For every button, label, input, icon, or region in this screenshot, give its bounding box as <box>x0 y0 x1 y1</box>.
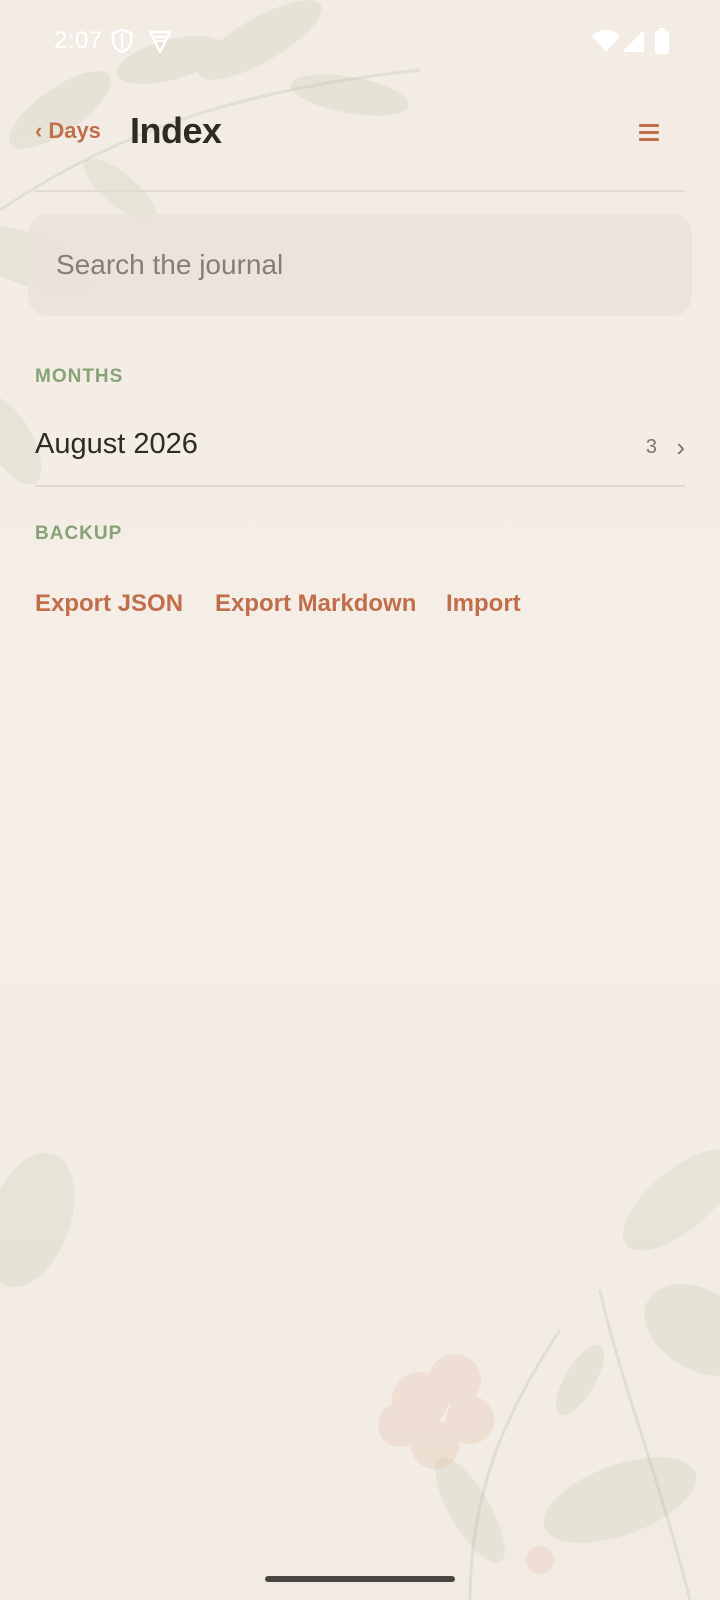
vpn-icon <box>148 30 172 54</box>
month-divider <box>35 485 685 487</box>
back-to-days-link[interactable]: ‹ Days <box>35 118 101 144</box>
month-row-august-2026[interactable]: August 2026 3 › <box>35 412 685 486</box>
home-indicator[interactable] <box>265 1576 455 1582</box>
shield-icon <box>111 28 133 54</box>
header: ‹ Days Index <box>0 96 720 192</box>
month-name: August 2026 <box>35 428 198 460</box>
export-markdown-button[interactable]: Export Markdown <box>215 590 416 618</box>
search-box <box>28 214 692 316</box>
status-bar: 2:07 <box>0 0 720 84</box>
chevron-right-icon: › <box>676 432 685 462</box>
screen: 2:07 ‹ Days Index Search the journal MON… <box>0 0 720 1600</box>
page-title: Index <box>130 110 222 151</box>
search-input[interactable] <box>56 214 676 316</box>
header-divider <box>35 190 685 192</box>
menu-button[interactable] <box>634 118 664 148</box>
signal-icon <box>622 30 644 52</box>
status-time: 2:07 <box>54 27 103 54</box>
month-entry-count: 3 <box>645 436 657 458</box>
chevron-left-icon: ‹ <box>35 118 43 143</box>
back-link-label: Days <box>48 118 101 143</box>
wifi-icon <box>592 30 620 52</box>
months-section-label: MONTHS <box>35 366 124 387</box>
import-button[interactable]: Import <box>446 590 521 618</box>
battery-icon <box>655 28 669 54</box>
backup-section-label: BACKUP <box>35 523 123 544</box>
export-json-button[interactable]: Export JSON <box>35 590 183 618</box>
